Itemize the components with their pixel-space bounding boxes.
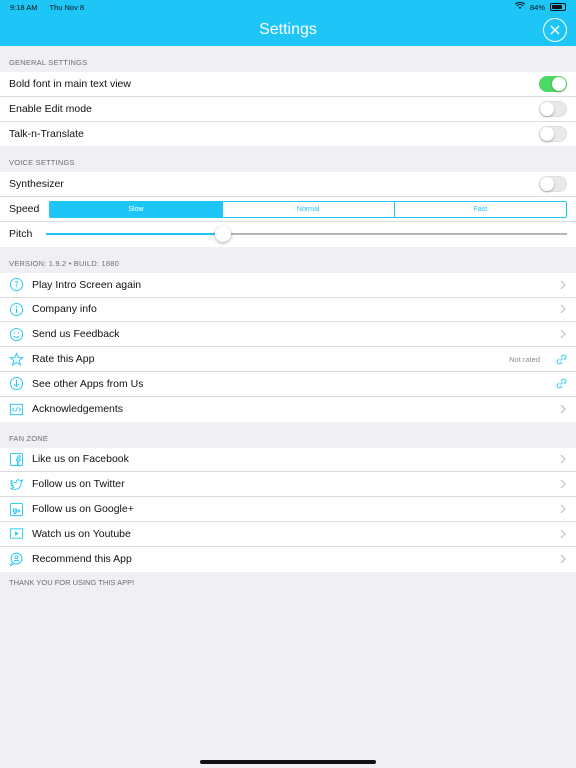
chevron-right-icon — [560, 454, 566, 464]
twitter-icon — [9, 477, 24, 492]
rate-this-app-label: Rate this App — [32, 353, 95, 366]
star-icon — [9, 351, 24, 367]
wifi-icon — [514, 1, 526, 12]
question-icon: ? — [9, 277, 24, 292]
follow-us-on-google-label: Follow us on Google+ — [32, 503, 134, 516]
general-settings-group: Bold font in main text view Enable Edit … — [0, 72, 576, 147]
link-icon — [556, 379, 567, 389]
enable-edit-mode-label: Enable Edit mode — [9, 102, 92, 115]
bold-font-in-main-text-view-label: Bold font in main text view — [9, 77, 131, 90]
watch-us-on-youtube-row[interactable]: Watch us on Youtube — [0, 522, 576, 547]
bold-font-in-main-text-view-row: Bold font in main text view — [0, 72, 576, 97]
chevron-right-icon — [560, 529, 566, 539]
like-us-on-facebook-label: Like us on Facebook — [32, 453, 129, 466]
status-bar: 9:18 AM Thu Nov 8 84% — [0, 0, 576, 14]
see-other-apps-from-us-row[interactable]: See other Apps from Us — [0, 372, 576, 397]
pitch-label: Pitch — [9, 228, 33, 241]
chevron-right-icon — [560, 504, 566, 514]
pitch-row: Pitch — [0, 222, 576, 247]
recommend-this-app-label: Recommend this App — [32, 553, 132, 566]
synthesizer-toggle[interactable] — [539, 176, 567, 193]
chevron-right-icon — [560, 479, 566, 489]
fan-zone-group: Like us on Facebook Follow us on Twitter… — [0, 447, 576, 572]
close-button[interactable] — [543, 18, 567, 42]
footer-text: THANK YOU FOR USING THIS APP! — [9, 577, 135, 587]
home-indicator — [200, 760, 376, 764]
svg-text:?: ? — [14, 279, 18, 289]
talk-n-translate-row: Talk-n-Translate — [0, 122, 576, 147]
synthesizer-row: Synthesizer — [0, 172, 576, 198]
chevron-right-icon — [560, 305, 566, 314]
speed-label: Speed — [9, 203, 40, 216]
general-settings-header: GENERAL SETTINGS — [9, 58, 88, 67]
recommend-icon — [9, 552, 24, 567]
link-icon — [556, 354, 567, 364]
fan-zone-header: FAN ZONE — [9, 433, 49, 443]
chevron-right-icon — [560, 280, 566, 290]
chevron-right-icon — [560, 554, 566, 564]
battery-percent: 84% — [529, 2, 545, 12]
pitch-slider-fill — [46, 233, 224, 236]
follow-us-on-twitter-label: Follow us on Twitter — [32, 478, 125, 491]
chevron-right-icon — [560, 329, 566, 339]
acknowledgements-label: Acknowledgements — [32, 403, 124, 416]
voice-settings-header: VOICE SETTINGS — [9, 158, 75, 168]
google-plus-icon: g — [9, 502, 24, 517]
pitch-slider-thumb[interactable] — [215, 226, 232, 243]
play-intro-screen-again-label: Play Intro Screen again — [32, 278, 142, 291]
watch-us-on-youtube-label: Watch us on Youtube — [32, 527, 131, 540]
send-us-feedback-label: Send us Feedback — [32, 328, 120, 341]
voice-settings-group: Synthesizer Speed Slow Normal Fast Pitch — [0, 172, 576, 247]
speed-segmented-control: Slow Normal Fast — [49, 200, 567, 218]
company-info-label: Company info — [32, 303, 97, 316]
navigation-bar: Settings — [0, 14, 576, 46]
version-header: VERSION: 1.9.2 • BUILD: 1880 — [9, 258, 119, 268]
enable-edit-mode-row: Enable Edit mode — [0, 97, 576, 122]
speed-option-slow[interactable]: Slow — [50, 201, 223, 217]
see-other-apps-from-us-label: See other Apps from Us — [32, 377, 144, 390]
status-time: 9:18 AM — [10, 2, 38, 12]
smiley-icon — [9, 327, 24, 342]
rate-this-app-row[interactable]: Rate this App Not rated — [0, 347, 576, 372]
page-title: Settings — [259, 21, 317, 38]
speed-option-fast[interactable]: Fast — [395, 202, 566, 217]
battery-icon — [550, 3, 566, 11]
acknowledgements-row[interactable]: Acknowledgements — [0, 397, 576, 422]
youtube-icon — [9, 526, 24, 541]
recommend-this-app-row[interactable]: Recommend this App — [0, 547, 576, 572]
speed-row: Speed Slow Normal Fast — [0, 197, 576, 222]
talk-n-translate-label: Talk-n-Translate — [9, 127, 84, 140]
svg-text:g: g — [12, 505, 17, 514]
speed-option-normal[interactable]: Normal — [223, 201, 395, 217]
rating-status: Not rated — [509, 354, 540, 364]
code-icon — [9, 402, 24, 417]
status-date: Thu Nov 8 — [49, 2, 85, 12]
enable-edit-mode-toggle[interactable] — [539, 100, 567, 117]
follow-us-on-google-row[interactable]: g Follow us on Google+ — [0, 497, 576, 522]
download-icon — [9, 376, 24, 391]
company-info-row[interactable]: Company info — [0, 298, 576, 323]
follow-us-on-twitter-row[interactable]: Follow us on Twitter — [0, 472, 576, 498]
info-icon — [9, 302, 24, 317]
info-group: ? Play Intro Screen again Company info S… — [0, 272, 576, 422]
synthesizer-label: Synthesizer — [9, 178, 64, 191]
chevron-right-icon — [560, 404, 566, 414]
pitch-slider[interactable] — [46, 226, 567, 243]
bold-font-in-main-text-view-toggle[interactable] — [539, 75, 567, 92]
close-icon — [550, 25, 560, 35]
send-us-feedback-row[interactable]: Send us Feedback — [0, 322, 576, 348]
facebook-icon — [9, 452, 24, 467]
talk-n-translate-toggle[interactable] — [539, 125, 567, 142]
play-intro-screen-again-row[interactable]: ? Play Intro Screen again — [0, 273, 576, 298]
like-us-on-facebook-row[interactable]: Like us on Facebook — [0, 448, 576, 473]
